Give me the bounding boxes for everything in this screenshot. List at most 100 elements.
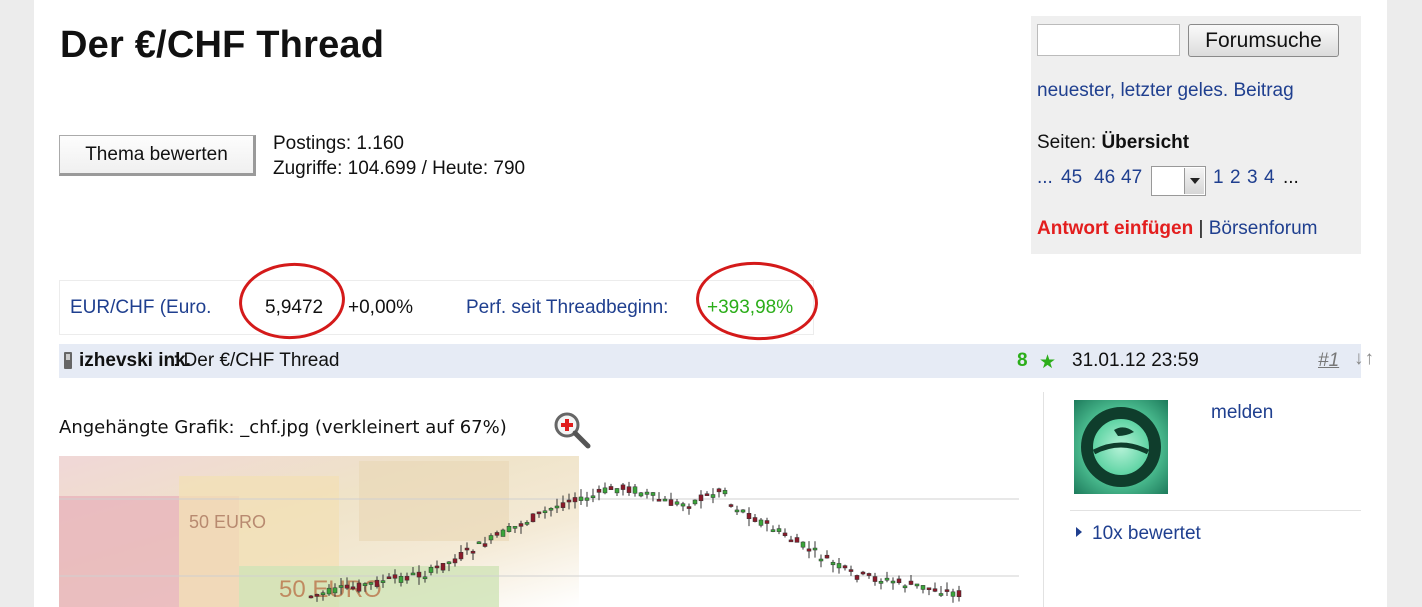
page-title: Der €/CHF Thread — [60, 24, 385, 66]
candle-body — [452, 558, 458, 564]
candle-body — [416, 571, 422, 578]
candle-body — [380, 580, 386, 583]
candle-body — [854, 575, 860, 580]
chart-image: 50 EURO 50 EURO — [59, 456, 1019, 607]
candle-body — [926, 587, 932, 590]
views-count: Zugriffe: 104.699 / Heute: 790 — [273, 158, 526, 179]
candle-body — [710, 494, 716, 498]
candle-body — [668, 499, 674, 506]
candle-body — [692, 499, 698, 505]
rate-thread-button[interactable]: Thema bewerten — [59, 135, 256, 176]
chevron-down-icon[interactable] — [1184, 168, 1204, 194]
candle-body — [440, 563, 446, 571]
candle-body — [476, 541, 482, 545]
search-input[interactable] — [1037, 24, 1180, 56]
candle-body — [602, 487, 608, 494]
candle-body — [932, 588, 938, 592]
candle-body — [500, 529, 506, 537]
candle-body — [746, 513, 752, 519]
candle-body — [524, 522, 530, 525]
candle-body — [788, 539, 794, 543]
candle-body — [494, 532, 500, 536]
pagination-ellipsis: ... — [1037, 167, 1053, 188]
candle-body — [590, 495, 596, 499]
post-number-link[interactable]: #1 — [1318, 350, 1339, 372]
candle-body — [536, 511, 542, 515]
page-link-46[interactable]: 46 — [1094, 167, 1115, 189]
banknote-text: 50 EURO — [189, 512, 266, 532]
candle-body — [740, 509, 746, 513]
candle-body — [890, 580, 896, 584]
candle-body — [512, 526, 518, 529]
forum-search-button[interactable]: Forumsuche — [1188, 24, 1339, 57]
candle-body — [758, 519, 764, 526]
instrument-link[interactable]: EUR/CHF (Euro. — [70, 297, 211, 319]
candle-body — [398, 575, 404, 583]
candle-body — [872, 576, 878, 582]
pages-label: Seiten: Übersicht — [1037, 132, 1190, 153]
candle-body — [362, 583, 368, 586]
postings-count: Postings: 1.160 — [273, 133, 404, 154]
candle-body — [908, 580, 914, 585]
candle-body — [422, 576, 428, 580]
candle-body — [626, 486, 632, 493]
candle-body — [620, 484, 626, 490]
candle-body — [860, 571, 866, 575]
candle-body — [548, 507, 554, 511]
candle-body — [320, 592, 326, 595]
star-icon[interactable]: ★ — [1039, 351, 1056, 374]
candle-body — [446, 561, 452, 565]
candle-body — [374, 579, 380, 587]
candle-body — [614, 488, 620, 494]
page-link-2[interactable]: 2 — [1230, 167, 1241, 189]
candle-body — [776, 528, 782, 532]
candle-body — [866, 573, 872, 576]
zoom-in-icon[interactable] — [552, 410, 592, 450]
candle-body — [332, 587, 338, 594]
candle-body — [950, 591, 956, 597]
candle-body — [764, 520, 770, 524]
report-link[interactable]: melden — [1211, 402, 1273, 424]
page-content: Der €/CHF Thread Thema bewerten Postings… — [34, 0, 1387, 607]
candle-body — [338, 585, 344, 588]
candle-body — [944, 589, 950, 592]
page-link-3[interactable]: 3 — [1247, 167, 1258, 189]
candle-body — [914, 583, 920, 587]
candle-body — [770, 529, 776, 532]
candle-body — [632, 486, 638, 494]
newest-post-link[interactable]: neuester, letzter geles. Beitrag — [1037, 80, 1294, 102]
candle-body — [482, 543, 488, 547]
candle-body — [428, 566, 434, 573]
candle-body — [410, 572, 416, 576]
candle-body — [314, 593, 320, 597]
candle-body — [722, 490, 728, 495]
candle-body — [824, 554, 830, 559]
candle-body — [704, 493, 710, 496]
forum-link[interactable]: Börsenforum — [1209, 218, 1318, 239]
post-title: : Der €/CHF Thread — [173, 350, 340, 371]
reply-link[interactable]: Antwort einfügen — [1037, 218, 1193, 239]
rated-toggle[interactable]: 10x bewertet — [1076, 523, 1201, 545]
page-link-47[interactable]: 47 — [1121, 167, 1142, 189]
candle-body — [752, 517, 758, 522]
candle-body — [818, 558, 824, 562]
candle-body — [674, 501, 680, 505]
price-change: +0,00% — [348, 297, 413, 318]
candle-body — [836, 563, 842, 569]
candle-body — [662, 498, 668, 502]
attachment-label: Angehängte Grafik: _chf.jpg (verkleinert… — [59, 417, 507, 438]
page-select[interactable] — [1151, 166, 1206, 196]
page-link-1[interactable]: 1 — [1213, 167, 1224, 189]
candle-body — [956, 590, 962, 598]
pages-overview-link[interactable]: Übersicht — [1101, 132, 1189, 153]
avatar[interactable] — [1074, 400, 1168, 494]
candle-body — [458, 552, 464, 560]
page-link-45[interactable]: 45 — [1061, 167, 1082, 189]
candle-body — [920, 585, 926, 590]
navigate-arrows-icon[interactable]: ↓↑ — [1354, 348, 1375, 370]
expand-triangle-icon — [1076, 527, 1082, 537]
page-link-4[interactable]: 4 — [1264, 167, 1275, 189]
post-date: 31.01.12 23:59 — [1072, 350, 1199, 371]
post-header: izhevski ink. : Der €/CHF Thread 8 ★ 31.… — [59, 344, 1374, 378]
thread-stats: Postings: 1.160 Zugriffe: 104.699 / Heut… — [273, 131, 525, 181]
